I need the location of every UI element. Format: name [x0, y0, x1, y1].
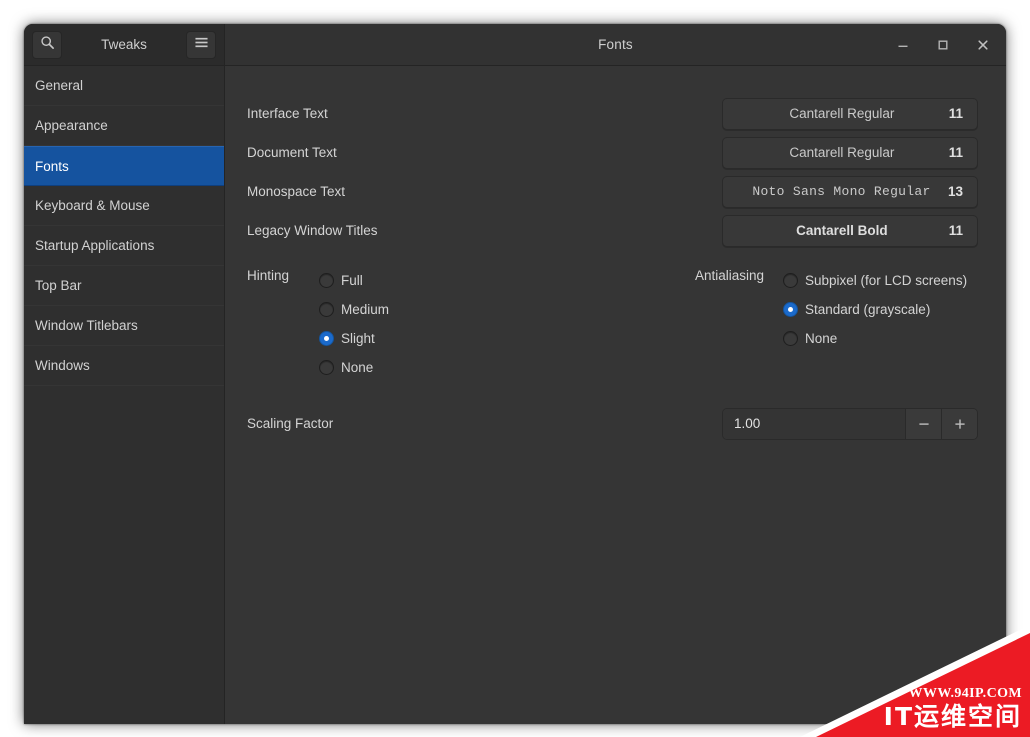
setting-label: Interface Text: [247, 106, 328, 121]
antialiasing-group: Antialiasing Subpixel (for LCD screens) …: [695, 266, 978, 382]
setting-label: Monospace Text: [247, 184, 346, 199]
font-name: Cantarell Regular: [789, 145, 895, 160]
document-text-font-button[interactable]: Cantarell Regular 11: [722, 136, 978, 169]
main-menu-button[interactable]: [186, 30, 216, 59]
hinting-label: Hinting: [247, 268, 290, 283]
scaling-factor-label: Scaling Factor: [247, 416, 334, 431]
font-size: 11: [948, 106, 963, 121]
sidebar-item-keyboard-and-mouse[interactable]: Keyboard & Mouse: [24, 186, 224, 226]
setting-row-document-text: Document Text Cantarell Regular 11: [247, 133, 978, 172]
setting-row-monospace-text: Monospace Text Noto Sans Mono Regular 13: [247, 172, 978, 211]
sidebar-item-label: General: [35, 78, 84, 93]
font-name: Noto Sans Mono Regular: [752, 184, 931, 199]
hinting-radio-list: Full Medium Slight None: [319, 266, 389, 382]
hamburger-menu-icon: [194, 36, 209, 54]
hinting-option-medium[interactable]: Medium: [319, 295, 389, 324]
window-body: General Appearance Fonts Keyboard & Mous…: [24, 66, 1006, 724]
sidebar-item-label: Windows: [35, 358, 90, 373]
sidebar-item-windows[interactable]: Windows: [24, 346, 224, 386]
plus-icon: [954, 419, 965, 429]
hinting-option-none[interactable]: None: [319, 353, 389, 382]
maximize-button[interactable]: [930, 32, 956, 58]
legacy-window-titles-font-button[interactable]: Cantarell Bold 11: [722, 214, 978, 247]
radio-label: Standard (grayscale): [805, 302, 931, 317]
radio-label: Full: [341, 273, 363, 288]
sidebar: General Appearance Fonts Keyboard & Mous…: [24, 66, 225, 724]
radio-label: Slight: [341, 331, 375, 346]
font-size: 11: [948, 223, 963, 238]
hinting-option-full[interactable]: Full: [319, 266, 389, 295]
setting-row-legacy-window-titles: Legacy Window Titles Cantarell Bold 11: [247, 211, 978, 250]
hinting-antialiasing-block: Hinting Full Medium Slight None Antialia…: [247, 266, 978, 382]
font-name: Cantarell Bold: [796, 223, 888, 238]
setting-label: Document Text: [247, 145, 337, 160]
scaling-factor-decrement-button[interactable]: [905, 408, 941, 439]
radio-label: None: [805, 331, 838, 346]
radio-icon-selected: [783, 302, 798, 317]
radio-icon: [783, 273, 798, 288]
page-title: Fonts: [598, 37, 633, 52]
radio-icon: [319, 273, 334, 288]
font-size: 13: [947, 184, 963, 199]
close-button[interactable]: [970, 32, 996, 58]
font-size: 11: [948, 145, 963, 160]
sidebar-item-general[interactable]: General: [24, 66, 224, 106]
sidebar-item-startup-applications[interactable]: Startup Applications: [24, 226, 224, 266]
antialiasing-label: Antialiasing: [695, 268, 765, 283]
sidebar-item-top-bar[interactable]: Top Bar: [24, 266, 224, 306]
radio-icon: [319, 302, 334, 317]
header-bar: Tweaks Fonts: [24, 24, 1006, 66]
hinting-group: Hinting Full Medium Slight None: [247, 266, 695, 382]
antialiasing-option-subpixel[interactable]: Subpixel (for LCD screens): [783, 266, 967, 295]
header-bar-right: Fonts: [225, 24, 1006, 65]
font-name: Cantarell Regular: [789, 106, 895, 121]
antialiasing-radio-list: Subpixel (for LCD screens) Standard (gra…: [783, 266, 967, 382]
radio-label: Medium: [341, 302, 390, 317]
radio-label: None: [341, 360, 374, 375]
monospace-text-font-button[interactable]: Noto Sans Mono Regular 13: [722, 175, 978, 208]
settings-panel: Interface Text Cantarell Regular 11 Docu…: [225, 66, 1006, 724]
app-title: Tweaks: [101, 37, 147, 52]
sidebar-item-label: Startup Applications: [35, 238, 155, 253]
sidebar-item-label: Top Bar: [35, 278, 82, 293]
setting-row-interface-text: Interface Text Cantarell Regular 11: [247, 94, 978, 133]
setting-row-scaling-factor: Scaling Factor 1.00: [247, 404, 978, 443]
scaling-factor-increment-button[interactable]: [941, 408, 977, 439]
sidebar-item-fonts[interactable]: Fonts: [24, 146, 224, 186]
sidebar-item-window-titlebars[interactable]: Window Titlebars: [24, 306, 224, 346]
setting-label: Legacy Window Titles: [247, 223, 378, 238]
hinting-option-slight[interactable]: Slight: [319, 324, 389, 353]
minus-icon: [918, 422, 929, 425]
radio-icon: [319, 360, 334, 375]
screenshot-root: Tweaks Fonts General Appearance Fonts Ke…: [0, 0, 1030, 737]
scaling-factor-value[interactable]: 1.00: [723, 408, 905, 439]
window-controls: [890, 24, 996, 66]
minimize-button[interactable]: [890, 32, 916, 58]
radio-icon: [783, 331, 798, 346]
radio-label: Subpixel (for LCD screens): [805, 273, 968, 288]
scaling-factor-spinner[interactable]: 1.00: [722, 407, 978, 440]
antialiasing-option-none[interactable]: None: [783, 324, 967, 353]
tweaks-window: Tweaks Fonts General Appearance Fonts Ke…: [24, 24, 1006, 724]
interface-text-font-button[interactable]: Cantarell Regular 11: [722, 97, 978, 130]
radio-icon-selected: [319, 331, 334, 346]
sidebar-item-label: Window Titlebars: [35, 318, 138, 333]
sidebar-item-label: Fonts: [35, 158, 69, 174]
header-bar-left: Tweaks: [24, 24, 225, 65]
sidebar-item-label: Appearance: [35, 118, 108, 133]
search-icon: [40, 35, 55, 55]
sidebar-item-appearance[interactable]: Appearance: [24, 106, 224, 146]
sidebar-item-label: Keyboard & Mouse: [35, 198, 150, 213]
search-button[interactable]: [32, 30, 62, 59]
antialiasing-option-standard[interactable]: Standard (grayscale): [783, 295, 967, 324]
